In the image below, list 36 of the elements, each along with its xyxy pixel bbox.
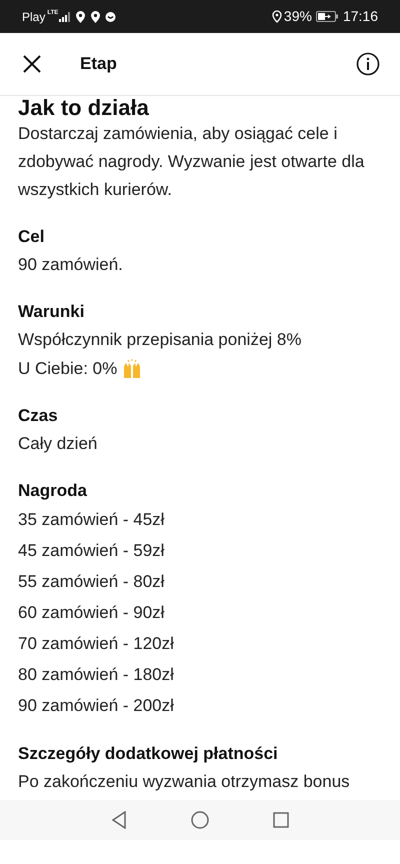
clock-text: 17:16: [342, 7, 378, 26]
section-text: 90 zamówień.: [18, 254, 123, 276]
location-icon: [272, 10, 282, 23]
section-title: Czas: [18, 405, 59, 427]
section-text: U Ciebie: 0%: [18, 358, 118, 380]
section-title: Szczegóły dodatkowej płatności: [18, 743, 279, 765]
section-text: Cały dzień: [18, 433, 98, 455]
section-title: Cel: [18, 226, 46, 248]
screen-title: Etap: [80, 53, 117, 76]
section-title: Nagroda: [18, 480, 88, 502]
section-title: Warunki: [18, 301, 86, 323]
reward-text: 45 zamówień - 59zł: [18, 540, 164, 562]
reward-text: 60 zamówień - 90zł: [18, 602, 164, 624]
battery-text: 39%: [284, 7, 312, 26]
back-icon[interactable]: [111, 811, 127, 829]
section-heading: Jak to działa: [18, 96, 150, 120]
section-text: Po zakończeniu wyzwania otrzymasz bonus: [18, 771, 350, 793]
smile-icon: [105, 12, 116, 22]
section-text: Współczynnik przepisania poniżej 8%: [18, 329, 302, 351]
info-icon: [356, 52, 380, 76]
home-icon[interactable]: [191, 811, 209, 829]
intro-paragraph: Dostarczaj zamówienia, aby osiągać cele i zdobywać nagrody. Wyzwanie jest otwarte dla wszystkich kurierów.: [18, 123, 366, 201]
reward-text: 35 zamówień - 45zł: [18, 509, 164, 531]
recents-icon[interactable]: [273, 812, 289, 828]
reward-text: 70 zamówień - 120zł: [18, 633, 174, 655]
pin-icon: [75, 10, 86, 24]
info-button[interactable]: [356, 52, 380, 76]
reward-text: 55 zamówień - 80zł: [18, 571, 164, 593]
carrier-text: Play: [22, 8, 46, 26]
battery-icon: [316, 11, 338, 22]
reward-text: 90 zamówień - 200zł: [18, 695, 174, 717]
reward-text: 80 zamówień - 180zł: [18, 664, 174, 686]
raised-hands-icon: [122, 358, 142, 378]
signal-icon: [59, 12, 72, 22]
close-icon: [22, 54, 42, 74]
pin-icon: [90, 10, 102, 24]
